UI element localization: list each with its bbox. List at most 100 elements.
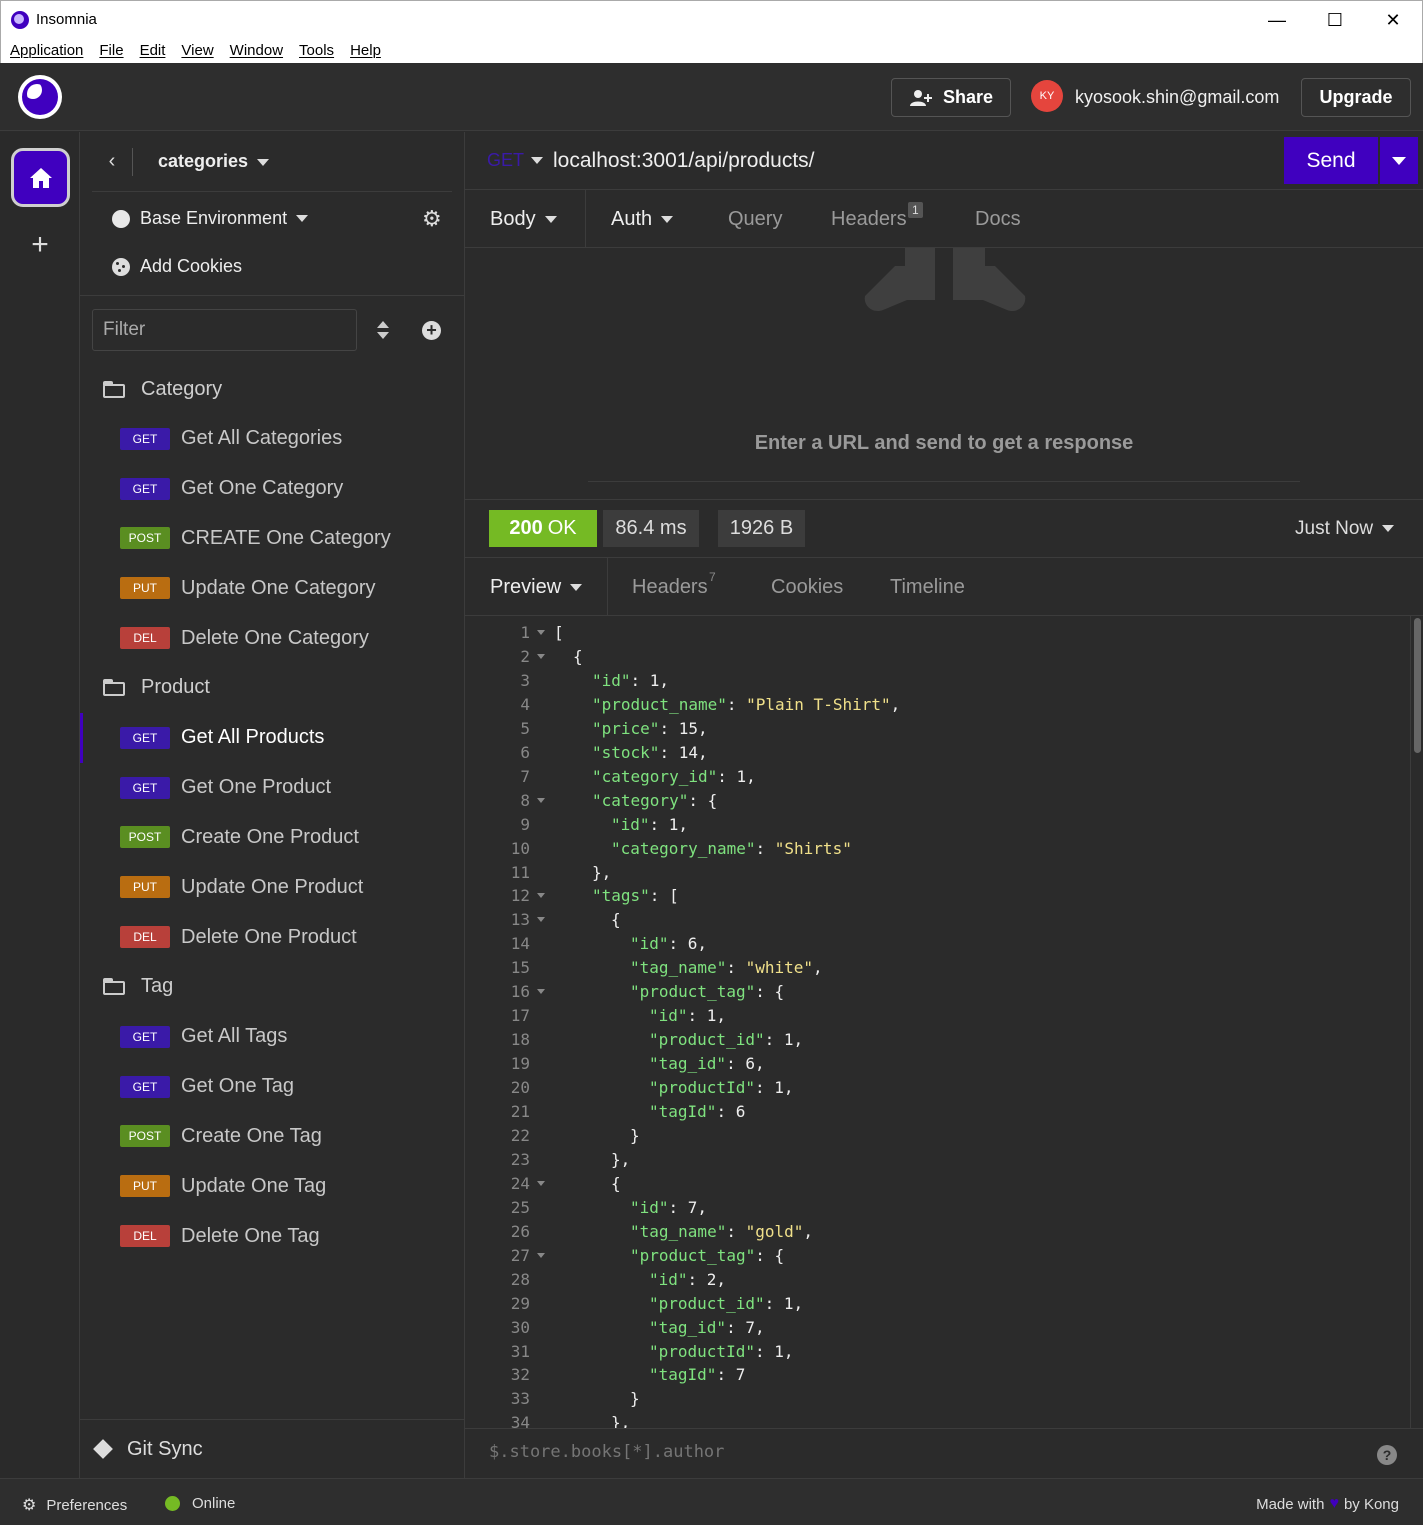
code-line: 28 "id": 2,	[465, 1268, 1410, 1292]
avatar[interactable]: KY	[1031, 80, 1063, 112]
fold-toggle-icon[interactable]	[537, 1180, 545, 1186]
request-label: CREATE One Category	[181, 526, 391, 549]
line-number: 29	[510, 1293, 530, 1313]
method-selector[interactable]: GET	[487, 150, 524, 171]
window-title: Insomnia	[36, 11, 97, 28]
folder-tag[interactable]: Tag	[80, 962, 465, 1012]
method-badge: GET	[120, 477, 170, 500]
sort-icon[interactable]	[376, 320, 390, 342]
chevron-down-icon	[544, 216, 557, 224]
request-item[interactable]: DEL Delete One Tag	[80, 1211, 465, 1261]
tab-docs[interactable]: Docs	[975, 208, 1021, 231]
fold-toggle-icon[interactable]	[537, 893, 545, 899]
code-line: 22}	[465, 1124, 1410, 1148]
fold-toggle-icon[interactable]	[537, 989, 545, 995]
code-line: 16 "product_tag": {	[465, 980, 1410, 1004]
made-with-kong[interactable]: Made with ♥ by Kong	[1256, 1495, 1399, 1513]
request-item[interactable]: DEL Delete One Category	[80, 613, 465, 663]
request-item[interactable]: DEL Delete One Product	[80, 912, 465, 962]
menu-edit[interactable]: Edit	[140, 42, 166, 59]
tab-headers[interactable]: Headers	[831, 208, 907, 231]
environment-settings-gear-icon[interactable]: ⚙	[422, 208, 444, 230]
fold-toggle-icon[interactable]	[537, 630, 545, 635]
close-button[interactable]: ✕	[1364, 1, 1422, 39]
send-button[interactable]: Send	[1284, 137, 1378, 184]
request-item[interactable]: POST Create One Tag	[80, 1112, 465, 1162]
menu-window[interactable]: Window	[230, 42, 283, 59]
request-label: Create One Tag	[181, 1124, 322, 1147]
preferences-button[interactable]: ⚙ Preferences	[22, 1495, 127, 1515]
home-button[interactable]	[11, 148, 70, 207]
fold-toggle-icon[interactable]	[537, 917, 545, 923]
tab-query[interactable]: Query	[728, 208, 782, 231]
request-tabs: Body Auth Query Headers 1 Docs	[465, 190, 1423, 248]
response-size-badge: 1926 B	[718, 510, 805, 547]
response-scrollbar[interactable]	[1410, 616, 1423, 1428]
code-line: 6 "stock": 14,	[465, 741, 1410, 765]
upgrade-button[interactable]: Upgrade	[1301, 78, 1411, 117]
line-number: 5	[520, 718, 530, 738]
request-item[interactable]: GET Get One Category	[80, 464, 465, 514]
folder-product[interactable]: Product	[80, 663, 465, 713]
menu-tools[interactable]: Tools	[299, 42, 334, 59]
title-bar: Insomnia — ☐ ✕	[0, 0, 1423, 38]
menu-view[interactable]: View	[181, 42, 213, 59]
method-badge: DEL	[120, 627, 170, 650]
response-json-viewer[interactable]: 1[2{3 "id": 1, 4 "product_name": "Plain T-S…	[465, 616, 1410, 1428]
environment-selector[interactable]: Base Environment	[112, 208, 309, 229]
request-item[interactable]: PUT Update One Category	[80, 563, 465, 613]
request-item[interactable]: PUT Update One Product	[80, 862, 465, 912]
help-icon[interactable]: ?	[1377, 1445, 1397, 1465]
tab-response-headers[interactable]: Headers	[632, 576, 708, 599]
response-history-dropdown[interactable]: Just Now	[1295, 518, 1395, 540]
maximize-button[interactable]: ☐	[1306, 1, 1364, 39]
folder-label: Product	[141, 676, 210, 699]
scroll-thumb[interactable]	[1414, 618, 1421, 753]
tab-timeline[interactable]: Timeline	[890, 576, 965, 599]
add-workspace-icon[interactable]: +	[25, 230, 55, 260]
filter-input[interactable]	[92, 309, 357, 351]
user-email[interactable]: kyosook.shin@gmail.com	[1075, 87, 1279, 108]
insomnia-logo-icon[interactable]	[18, 75, 62, 119]
response-filter-input[interactable]	[489, 1442, 1289, 1462]
menu-file[interactable]: File	[99, 42, 123, 59]
url-input[interactable]: localhost:3001/api/products/	[553, 149, 815, 173]
workspace-dropdown[interactable]: categories	[158, 151, 270, 172]
menu-help[interactable]: Help	[350, 42, 381, 59]
tab-body[interactable]: Body	[490, 208, 557, 231]
request-item[interactable]: GET Get One Tag	[80, 1062, 465, 1112]
chevron-down-icon[interactable]	[531, 157, 543, 164]
code-content: "product_id": 1,	[649, 1030, 804, 1050]
code-content: "tag_id": 6,	[649, 1054, 765, 1074]
fold-toggle-icon[interactable]	[537, 653, 545, 659]
add-request-icon[interactable]: +	[422, 321, 441, 340]
menu-application[interactable]: Application	[10, 42, 83, 59]
response-tabs: Preview Headers 7 Cookies Timeline	[465, 558, 1423, 616]
code-content: "id": 6,	[630, 934, 708, 954]
request-item[interactable]: GET Get All Categories	[80, 414, 465, 464]
fold-toggle-icon[interactable]	[537, 797, 545, 803]
request-label: Update One Category	[181, 576, 376, 599]
chevron-down-icon	[570, 584, 583, 592]
request-item[interactable]: GET Get All Products	[80, 712, 465, 763]
request-item[interactable]: POST Create One Product	[80, 813, 465, 863]
tab-auth[interactable]: Auth	[611, 208, 674, 231]
line-number: 32	[510, 1365, 530, 1385]
send-options-button[interactable]	[1380, 137, 1418, 184]
request-item[interactable]: GET Get All Tags	[80, 1012, 465, 1062]
request-item[interactable]: GET Get One Product	[80, 763, 465, 813]
request-item[interactable]: PUT Update One Tag	[80, 1161, 465, 1211]
code-line: 4 "product_name": "Plain T-Shirt",	[465, 693, 1410, 717]
code-content: "tagId": 7	[649, 1365, 746, 1385]
request-label: Update One Product	[181, 875, 364, 898]
folder-category[interactable]: Category	[80, 364, 465, 414]
share-button[interactable]: Share	[891, 78, 1011, 117]
git-sync-button[interactable]: Git Sync	[80, 1419, 465, 1478]
back-chevron-icon[interactable]: ‹	[92, 150, 132, 173]
minimize-button[interactable]: —	[1248, 1, 1306, 39]
fold-toggle-icon[interactable]	[537, 1252, 545, 1258]
request-item[interactable]: POST CREATE One Category	[80, 514, 465, 564]
tab-preview[interactable]: Preview	[490, 576, 583, 599]
add-cookies-button[interactable]: Add Cookies	[112, 256, 242, 277]
tab-cookies[interactable]: Cookies	[771, 576, 843, 599]
